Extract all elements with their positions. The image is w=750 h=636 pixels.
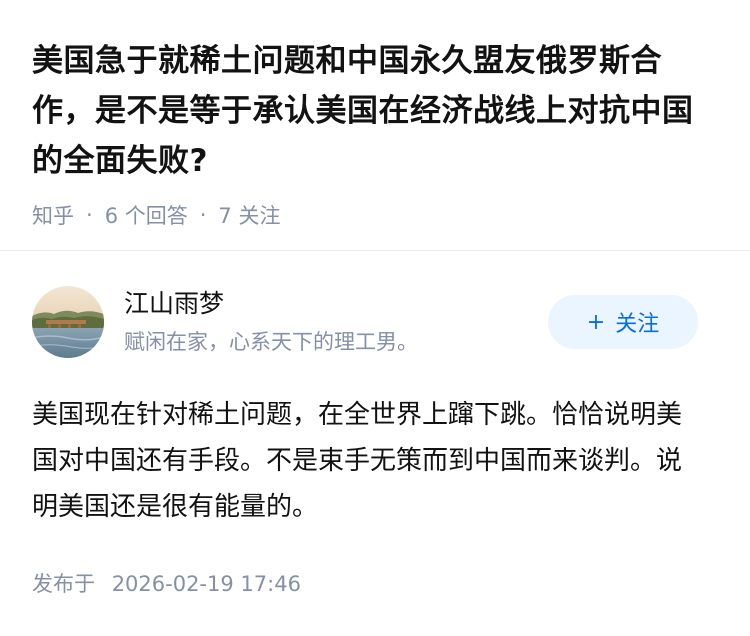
- section-divider: [0, 250, 750, 251]
- question-title[interactable]: 美国急于就稀土问题和中国永久盟友俄罗斯合作，是不是等于承认美国在经济战线上对抗中…: [32, 36, 718, 186]
- author-name[interactable]: 江山雨梦: [124, 287, 548, 321]
- follow-button[interactable]: + 关注: [548, 295, 698, 349]
- answer-content[interactable]: 美国现在针对稀土问题，在全世界上蹿下跳。恰恰说明美国对中国还有手段。不是束手无策…: [32, 392, 698, 530]
- posted-info: 发布于 2026-02-19 17:46: [32, 568, 301, 598]
- author-card: 江山雨梦 赋闲在家，心系天下的理工男。 + 关注: [32, 285, 698, 359]
- question-header: 美国急于就稀土问题和中国永久盟友俄罗斯合作，是不是等于承认美国在经济战线上对抗中…: [0, 0, 750, 230]
- author-bio: 赋闲在家，心系天下的理工男。: [124, 330, 418, 354]
- source-label[interactable]: 知乎: [32, 200, 74, 230]
- meta-separator: ·: [86, 203, 93, 227]
- meta-separator: ·: [199, 203, 207, 227]
- author-info: 江山雨梦 赋闲在家，心系天下的理工男。: [124, 287, 548, 357]
- avatar[interactable]: [32, 286, 104, 358]
- landscape-avatar-icon: [32, 286, 104, 358]
- question-meta: 知乎 · 6 个回答 · 7 关注: [32, 200, 718, 230]
- followers-count: 7 关注: [218, 204, 281, 228]
- answers-count[interactable]: 6 个回答: [105, 200, 188, 230]
- posted-label: 发布于: [32, 572, 95, 596]
- posted-time: 2026-02-19 17:46: [111, 572, 301, 596]
- follow-button-label: 关注: [615, 312, 660, 337]
- plus-icon: +: [586, 309, 606, 335]
- answer-page: 美国急于就稀土问题和中国永久盟友俄罗斯合作，是不是等于承认美国在经济战线上对抗中…: [0, 0, 750, 636]
